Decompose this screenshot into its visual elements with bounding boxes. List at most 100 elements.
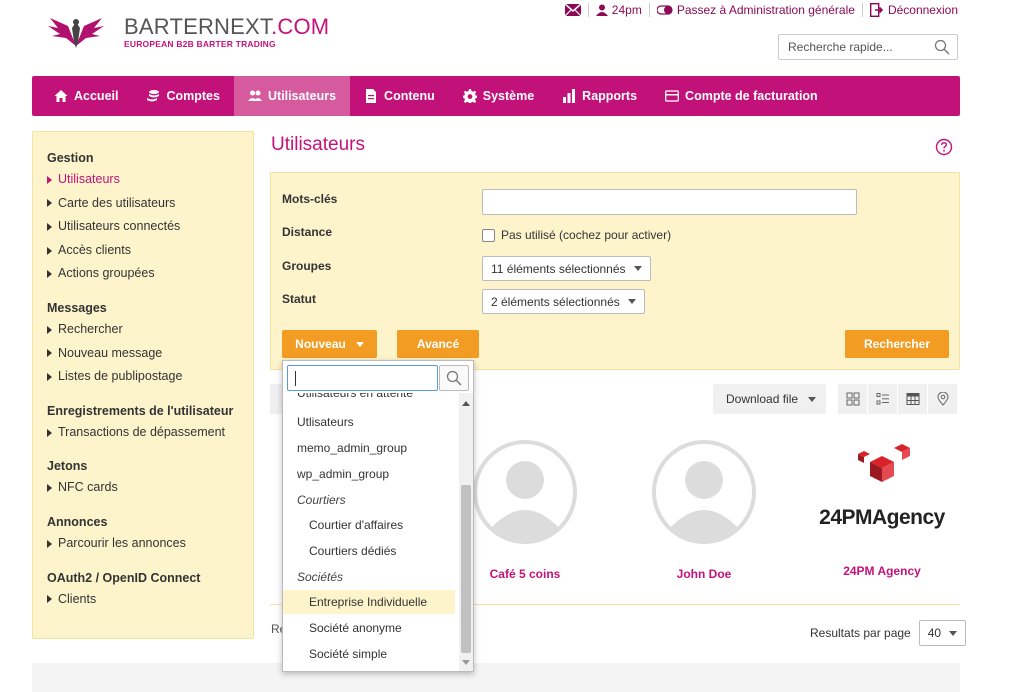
brand-logo[interactable] [46,12,106,52]
dropdown-scrollbar[interactable] [459,393,473,671]
view-list-button[interactable] [868,384,898,414]
company-logo: 24PMAgency [819,440,945,544]
sidebar: Gestion Utilisateurs Carte des utilisate… [32,131,254,639]
new-user-dropdown: Utilisateurs en attente Utlisateurs memo… [282,360,474,672]
nav-contenu[interactable]: Contenu [350,76,449,116]
checkbox-box[interactable] [482,228,495,242]
dropdown-item[interactable]: Courtiers dédiés [283,539,455,563]
main-nav: Accueil Comptes Utilisateurs Contenu Sys… [32,76,960,116]
status-select[interactable]: 2 éléments sélectionnés [482,289,645,314]
search-icon [446,370,462,386]
results-per-page: Resultats par page 40 [810,620,967,646]
sidebar-item-rechercher[interactable]: Rechercher [47,318,253,342]
divider [648,3,650,17]
view-map-button[interactable] [928,384,958,414]
sidebar-section-messages: Messages [47,300,107,315]
nav-utilisateurs[interactable]: Utilisateurs [233,76,351,116]
nav-accueil[interactable]: Accueil [32,76,132,116]
user-card[interactable]: 24PMAgency 24PM Agency [817,440,947,578]
sidebar-item-carte-utilisateurs[interactable]: Carte des utilisateurs [47,192,253,216]
sidebar-section-annonces: Annonces [47,514,108,529]
user-link[interactable]: 24pm [595,3,642,17]
admin-switch-label: Passez à Administration générale [676,3,855,17]
user-card[interactable]: John Doe [639,440,769,581]
page-title: Utilisateurs [271,134,365,155]
credit-card-icon [665,90,679,102]
per-page-select[interactable]: 40 [918,620,967,646]
dropdown-item[interactable]: Société anonyme [283,616,455,640]
list-icon [876,393,889,405]
company-logo-mark [858,444,910,482]
sidebar-item-nouveau-message[interactable]: Nouveau message [47,342,253,366]
view-switcher [838,384,958,414]
admin-switch-link[interactable]: Passez à Administration générale [656,3,855,17]
sidebar-item-actions-groupees[interactable]: Actions groupées [47,262,253,286]
results-toolbar-left [270,384,282,414]
view-tiles-button[interactable] [838,384,868,414]
new-button-label: Nouveau [295,337,346,351]
dropdown-search-input[interactable] [287,365,438,391]
user-card-name[interactable]: 24PM Agency [817,564,947,578]
map-pin-icon [936,392,949,406]
dropdown-item[interactable]: Utlisateurs [283,410,455,434]
dropdown-item[interactable]: wp_admin_group [283,462,455,486]
dropdown-item[interactable]: Courtier d'affaires [283,513,455,537]
quick-search-input[interactable]: Recherche rapide... [778,34,958,60]
sidebar-item-listes-publipostage[interactable]: Listes de publipostage [47,365,253,389]
chevron-down-icon [808,396,817,402]
dropdown-group-label: Courtiers [297,493,346,507]
sidebar-item-parcourir-annonces[interactable]: Parcourir les annonces [47,532,253,556]
groups-label: Groupes [282,259,332,273]
avatar [473,440,577,544]
sidebar-section-enregistrements: Enregistrements de l'utilisateur [47,403,234,418]
new-button[interactable]: Nouveau [282,330,377,358]
user-card-name[interactable]: John Doe [639,567,769,581]
sidebar-item-transactions-depassement[interactable]: Transactions de dépassement [47,421,253,445]
scroll-down-icon[interactable] [462,660,470,665]
toggle-icon [656,5,673,15]
dropdown-group-label: Sociétés [297,570,344,584]
nav-rapports[interactable]: Rapports [548,76,651,116]
user-icon [595,4,608,16]
dropdown-item[interactable]: Entreprise Individuelle [283,590,455,614]
table-icon [906,393,919,405]
distance-checkbox[interactable]: Pas utilisé (cochez pour activer) [482,228,671,242]
nav-systeme[interactable]: Système [449,76,548,116]
view-table-button[interactable] [898,384,928,414]
sidebar-item-acces-clients[interactable]: Accès clients [47,239,253,263]
chevron-down-icon [627,299,636,304]
sidebar-section-jetons: Jetons [47,459,88,474]
dropdown-item[interactable]: Société simple [283,642,455,666]
scroll-up-icon[interactable] [462,401,470,406]
envelope-icon [564,4,581,16]
sidebar-section-gestion: Gestion [47,151,94,165]
keywords-input[interactable] [482,189,857,215]
document-icon [366,89,377,103]
logout-link[interactable]: Déconnexion [869,3,958,17]
sidebar-item-clients[interactable]: Clients [47,588,253,612]
user-card[interactable]: Café 5 coins [460,440,590,581]
per-page-value: 40 [927,626,942,640]
sidebar-item-utilisateurs[interactable]: Utilisateurs [47,168,253,192]
home-icon [54,90,68,102]
scrollbar-thumb[interactable] [461,485,471,653]
sidebar-item-nfc-cards[interactable]: NFC cards [47,476,253,500]
help-icon[interactable] [935,138,953,156]
dropdown-item[interactable]: memo_admin_group [283,436,455,460]
advanced-button[interactable]: Avancé [397,330,479,358]
quick-search-placeholder: Recherche rapide... [788,40,893,54]
search-icon[interactable] [934,39,950,55]
search-button[interactable]: Rechercher [845,330,949,358]
groups-select[interactable]: 11 éléments sélectionnés [482,256,651,281]
messages-link[interactable] [564,4,581,16]
brand[interactable]: BARTERNEXT.COM EUROPEAN B2B BARTER TRADI… [124,16,329,50]
download-file-button[interactable]: Download file [713,384,826,414]
nav-compte-facturation[interactable]: Compte de facturation [651,76,832,116]
dropdown-search-button[interactable] [439,365,469,391]
user-card-name[interactable]: Café 5 coins [460,567,590,581]
sidebar-item-utilisateurs-connectes[interactable]: Utilisateurs connectés [47,215,253,239]
nav-comptes[interactable]: Comptes [132,76,233,116]
groups-select-value: 11 éléments sélectionnés [491,261,626,276]
tiles-icon [846,392,859,406]
dropdown-item[interactable]: Utilisateurs en attente [283,393,455,405]
